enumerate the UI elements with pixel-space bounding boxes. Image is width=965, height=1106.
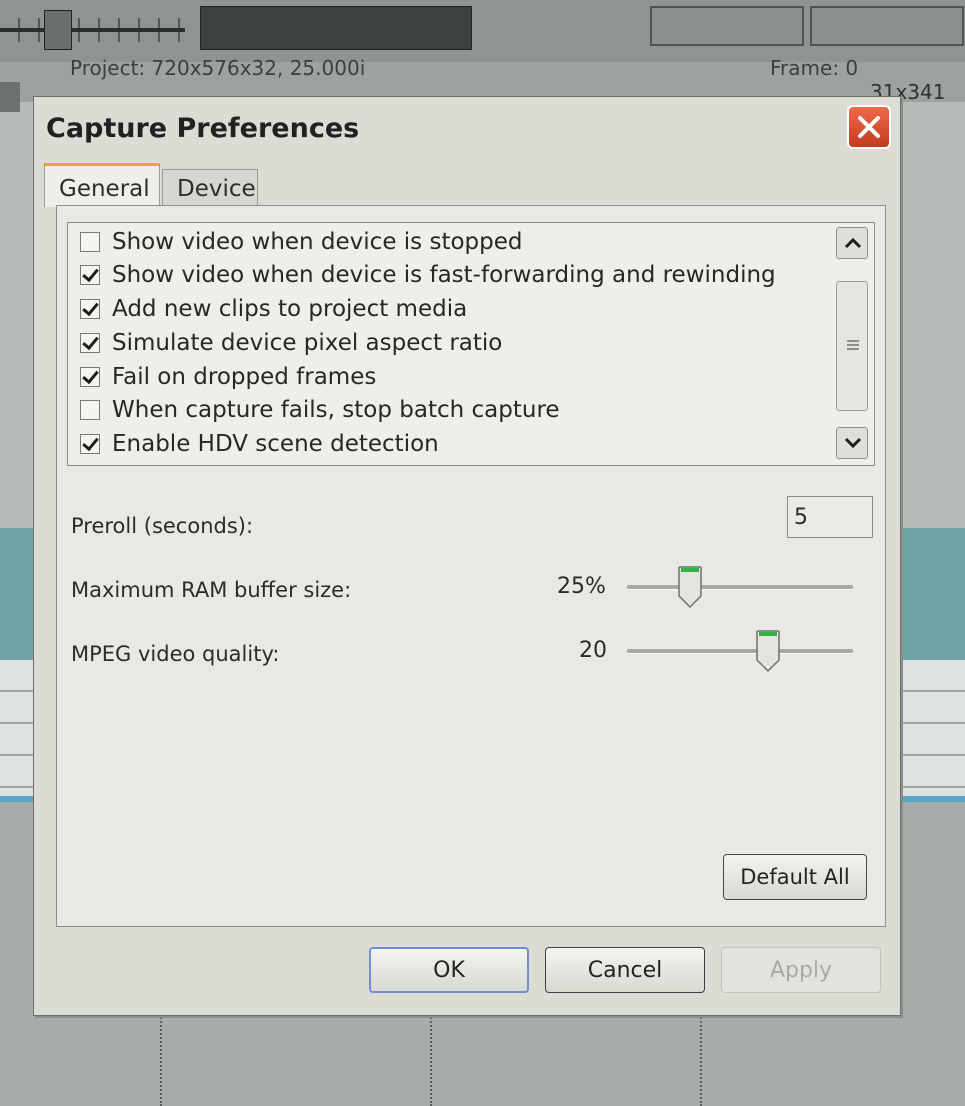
ram-buffer-slider-thumb[interactable] <box>677 566 702 608</box>
preroll-input[interactable]: 5 <box>787 496 873 538</box>
list-item[interactable]: Simulate device pixel aspect ratio <box>80 328 820 358</box>
list-item[interactable]: Show video when device is stopped <box>80 227 820 257</box>
tab-device[interactable]: Device <box>162 169 258 207</box>
options-list: Show video when device is stopped Show v… <box>67 222 875 466</box>
mpeg-quality-slider-thumb[interactable] <box>756 630 781 672</box>
default-all-button[interactable]: Default All <box>723 854 867 900</box>
app-toolbar <box>0 0 965 64</box>
cancel-button[interactable]: Cancel <box>545 947 705 993</box>
list-item[interactable]: When capture fails, stop batch capture <box>80 395 820 425</box>
list-item[interactable]: Show video when device is fast-forwardin… <box>80 260 820 290</box>
dialog-titlebar[interactable]: Capture Preferences <box>34 97 900 157</box>
close-icon <box>858 116 880 138</box>
options-scrollbar[interactable] <box>836 227 870 459</box>
toolbar-box-right[interactable] <box>810 6 964 46</box>
ram-buffer-value: 25% <box>557 574 606 599</box>
scroll-up-button[interactable] <box>836 227 868 259</box>
mpeg-quality-label: MPEG video quality: <box>71 642 280 666</box>
checkbox[interactable] <box>80 400 100 420</box>
option-label: When capture fails, stop batch capture <box>112 397 560 423</box>
option-label: Show video when device is stopped <box>112 229 523 255</box>
option-label: Fail on dropped frames <box>112 364 377 390</box>
zoom-slider-thumb[interactable] <box>44 10 72 50</box>
timeline-marker <box>700 1010 704 1106</box>
project-info-text: Project: 720x576x32, 25.000i <box>70 56 366 80</box>
chevron-down-icon <box>844 437 862 449</box>
frame-info-text: Frame: 0 <box>770 56 859 80</box>
scroll-thumb[interactable] <box>836 281 868 411</box>
checkbox[interactable] <box>80 232 100 252</box>
checkbox[interactable] <box>80 299 100 319</box>
toolbar-box-left[interactable] <box>650 6 804 46</box>
transport-panel[interactable] <box>200 6 472 50</box>
checkbox[interactable] <box>80 367 100 387</box>
option-label: Simulate device pixel aspect ratio <box>112 330 503 356</box>
dialog-title: Capture Preferences <box>46 113 360 144</box>
checkbox[interactable] <box>80 434 100 454</box>
list-item[interactable]: Fail on dropped frames <box>80 362 820 392</box>
mpeg-quality-slider[interactable] <box>627 649 853 654</box>
ok-button[interactable]: OK <box>369 947 529 993</box>
preroll-label: Preroll (seconds): <box>71 514 254 538</box>
option-label: Show video when device is fast-forwardin… <box>112 262 776 288</box>
checkbox[interactable] <box>80 265 100 285</box>
list-item[interactable]: Add new clips to project media <box>80 294 820 324</box>
ram-buffer-slider[interactable] <box>627 585 853 590</box>
option-label: Add new clips to project media <box>112 296 468 322</box>
ram-buffer-label: Maximum RAM buffer size: <box>71 578 352 602</box>
general-tab-panel: Show video when device is stopped Show v… <box>56 205 886 927</box>
option-label: Enable HDV scene detection <box>112 431 439 457</box>
info-bar-edge <box>0 82 20 112</box>
timeline-marker <box>430 1010 434 1106</box>
close-button[interactable] <box>847 105 891 149</box>
apply-button[interactable]: Apply <box>721 947 881 993</box>
mpeg-quality-value: 20 <box>579 638 607 663</box>
chevron-up-icon <box>844 237 862 249</box>
zoom-slider-track[interactable] <box>0 28 185 32</box>
capture-preferences-dialog: Capture Preferences Device General Show … <box>33 96 901 1016</box>
list-item[interactable]: Enable HDV scene detection <box>80 429 820 459</box>
scroll-down-button[interactable] <box>836 427 868 459</box>
grip-icon <box>847 340 859 352</box>
checkbox[interactable] <box>80 333 100 353</box>
tab-general[interactable]: General <box>44 163 160 207</box>
timeline-marker <box>160 1010 164 1106</box>
